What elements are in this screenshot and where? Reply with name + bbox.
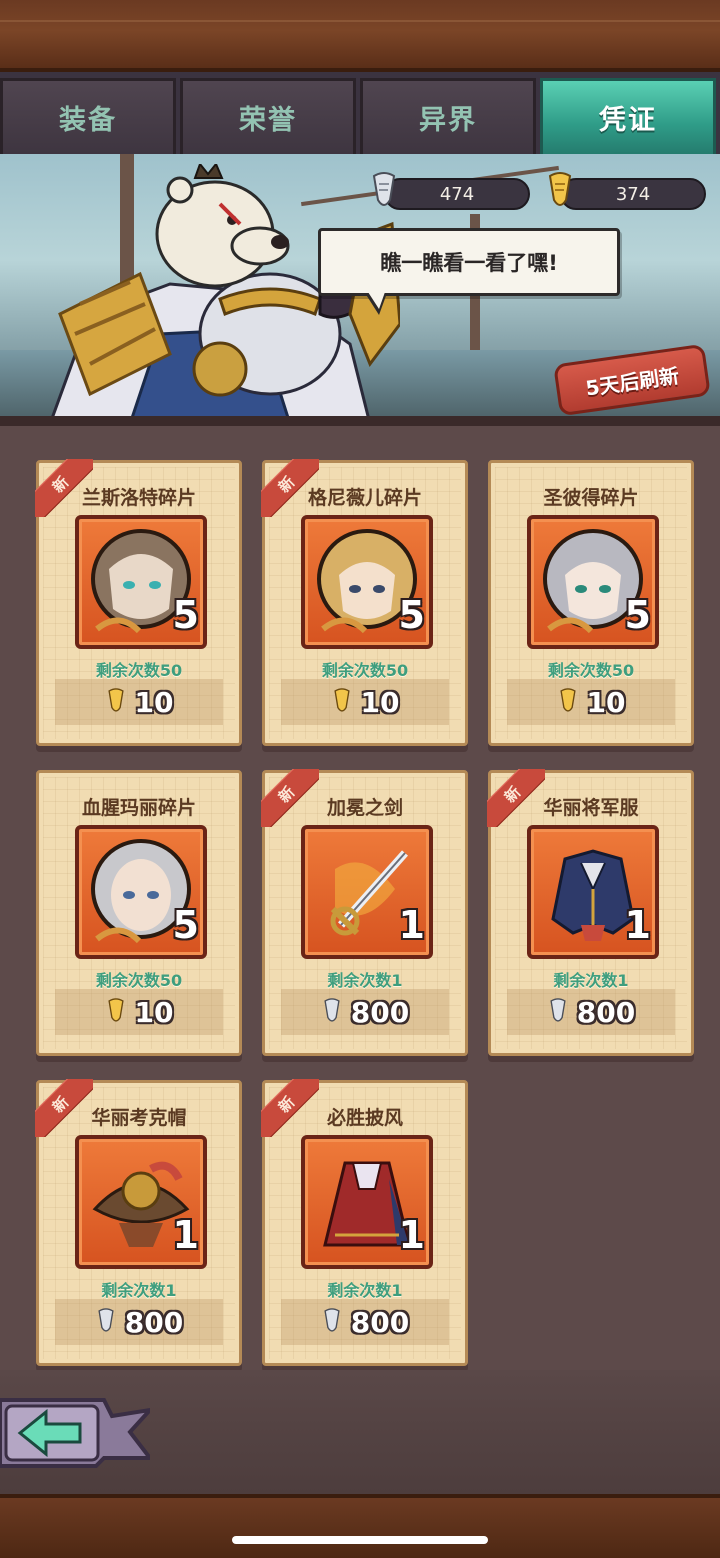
item-price: 10 (134, 685, 174, 719)
item-name: 加冕之剑 (326, 797, 403, 819)
shop-item-card[interactable]: 新 兰斯洛特碎片 5 剩余次数50 10 (35, 459, 242, 746)
item-name: 兰斯洛特碎片 (81, 487, 196, 509)
price-bar: 10 (55, 989, 223, 1035)
shop-item-card[interactable]: 血腥玛丽碎片 5 剩余次数50 10 (36, 770, 242, 1056)
item-icon-frame: 5 (527, 515, 659, 649)
silver-scroll-icon (550, 998, 566, 1022)
gold-scroll-amount: 374 (615, 183, 651, 205)
item-quantity: 1 (624, 903, 651, 947)
tab-honor[interactable]: 荣誉 (180, 78, 356, 154)
back-button[interactable] (0, 1392, 150, 1472)
item-name: 圣彼得碎片 (543, 487, 639, 509)
remaining-count: 剩余次数1 (327, 1281, 403, 1300)
shop-item-card[interactable]: 新 加冕之剑 1 剩余次数1 800 (261, 769, 468, 1056)
item-icon-frame: 1 (301, 1135, 433, 1269)
item-quantity: 5 (172, 903, 199, 947)
gold-scroll-counter: 374 (548, 172, 706, 210)
silver-scroll-amount: 474 (439, 183, 475, 205)
price-bar: 800 (281, 989, 449, 1035)
remaining-count: 剩余次数1 (327, 971, 403, 990)
shop-item-card[interactable]: 新 必胜披风 1 剩余次数1 800 (261, 1079, 468, 1366)
item-quantity: 1 (398, 903, 425, 947)
home-indicator[interactable] (232, 1536, 488, 1544)
item-icon-frame: 5 (75, 515, 207, 649)
item-icon-frame: 1 (301, 825, 433, 959)
item-price: 800 (576, 995, 636, 1029)
price-bar: 10 (507, 679, 675, 725)
price-bar: 10 (55, 679, 223, 725)
shop-item-card[interactable]: 新 华丽将军服 1 剩余次数1 800 (487, 769, 694, 1056)
banner-divider (0, 416, 720, 426)
item-price: 800 (350, 995, 410, 1029)
remaining-count: 剩余次数50 (547, 661, 635, 680)
item-price: 800 (350, 1305, 410, 1339)
speech-bubble: 瞧一瞧看一看了嘿! (318, 228, 620, 315)
item-name: 华丽考克帽 (91, 1107, 187, 1129)
silver-scroll-icon (372, 172, 396, 206)
item-name: 格尼薇儿碎片 (307, 487, 422, 509)
price-bar: 800 (55, 1299, 223, 1345)
item-price: 10 (586, 685, 626, 719)
tab-equipment[interactable]: 装备 (0, 78, 176, 154)
item-icon-frame: 1 (527, 825, 659, 959)
silver-scroll-icon (324, 998, 340, 1022)
item-quantity: 5 (624, 593, 651, 637)
item-quantity: 1 (172, 1213, 199, 1257)
gold-scroll-icon (107, 688, 124, 712)
top-wood-frame (0, 0, 720, 72)
price-bar: 10 (281, 679, 449, 725)
silver-scroll-counter: 474 (372, 172, 530, 210)
gold-scroll-icon (333, 688, 350, 712)
item-price: 10 (134, 995, 174, 1029)
price-bar: 800 (281, 1299, 449, 1345)
item-name: 华丽将军服 (543, 797, 639, 819)
item-name: 必胜披风 (326, 1107, 403, 1129)
item-icon-frame: 5 (301, 515, 433, 649)
item-price: 800 (124, 1305, 184, 1339)
remaining-count: 剩余次数50 (95, 971, 183, 990)
gold-scroll-icon (548, 172, 572, 206)
item-price: 10 (360, 685, 400, 719)
item-quantity: 5 (398, 593, 425, 637)
remaining-count: 剩余次数1 (553, 971, 629, 990)
item-icon-frame: 5 (75, 825, 207, 959)
shop-item-card[interactable]: 新 格尼薇儿碎片 5 剩余次数50 10 (261, 459, 468, 746)
remaining-count: 剩余次数50 (321, 661, 409, 680)
shop-item-card[interactable]: 新 华丽考克帽 1 剩余次数1 800 (35, 1079, 242, 1366)
gold-scroll-icon (107, 998, 124, 1022)
tab-bar: 装备 荣誉 异界 凭证 (0, 72, 720, 168)
remaining-count: 剩余次数1 (101, 1281, 177, 1300)
silver-scroll-icon (324, 1308, 340, 1332)
bottom-wood-frame (0, 1494, 720, 1558)
shopkeeper-banner: 474 374 瞧一瞧看一看了嘿! 5天后刷新 (0, 154, 720, 420)
item-quantity: 1 (398, 1213, 425, 1257)
tab-voucher[interactable]: 凭证 (540, 78, 716, 168)
remaining-count: 剩余次数50 (95, 661, 183, 680)
item-icon-frame: 1 (75, 1135, 207, 1269)
silver-scroll-icon (98, 1308, 114, 1332)
item-name: 血腥玛丽碎片 (81, 797, 196, 819)
gold-scroll-icon (559, 688, 576, 712)
item-quantity: 5 (172, 593, 199, 637)
tab-otherworld[interactable]: 异界 (360, 78, 536, 154)
shop-item-card[interactable]: 圣彼得碎片 5 剩余次数50 10 (488, 460, 694, 746)
price-bar: 800 (507, 989, 675, 1035)
